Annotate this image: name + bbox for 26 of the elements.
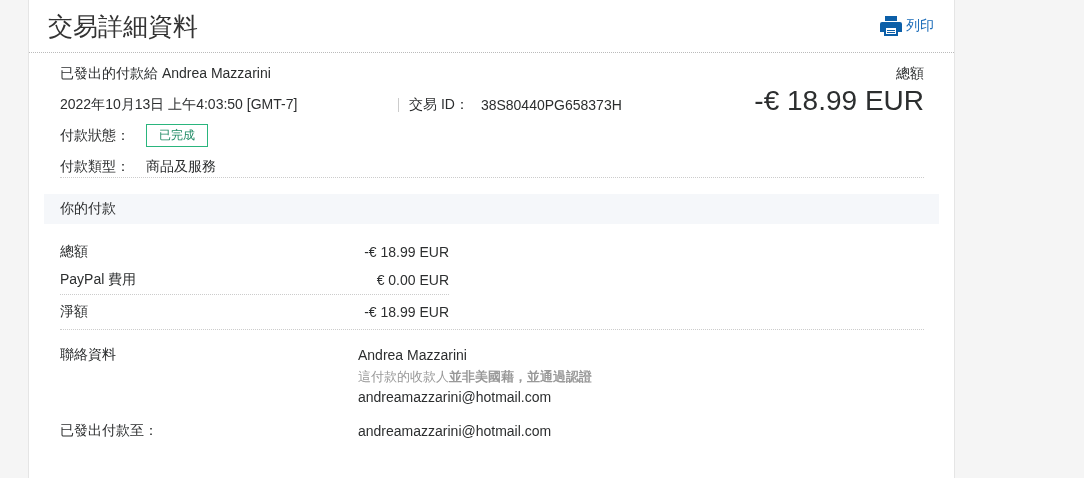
- type-label: 付款類型：: [60, 157, 131, 176]
- printer-icon: [880, 16, 902, 36]
- recipient-text: 已發出的付款給 Andrea Mazzarini: [60, 65, 272, 83]
- sent-to-email: andreamazzarini@hotmail.com: [358, 422, 552, 441]
- transaction-id-label: 交易 ID：: [409, 95, 469, 114]
- sent-to-label: 已發出付款至：: [60, 422, 159, 440]
- payment-type: 商品及服務: [146, 157, 216, 176]
- contact-name: Andrea Mazzarini: [358, 346, 468, 365]
- amount-label: PayPal 費用: [60, 271, 137, 289]
- contact-label: 聯絡資料: [60, 346, 117, 364]
- total-amount: -€ 18.99 EUR: [754, 85, 924, 117]
- status-label: 付款狀態：: [60, 126, 131, 145]
- net-value: -€ 18.99 EUR: [364, 304, 449, 320]
- net-label: 淨額: [60, 303, 88, 321]
- transaction-date: 2022年10月13日 上午4:03:50 [GMT-7]: [60, 95, 299, 114]
- total-label: 總額: [896, 65, 924, 83]
- section-title: 你的付款: [60, 200, 116, 218]
- page-title: 交易詳細資料: [48, 10, 198, 42]
- status-badge: 已完成: [146, 124, 208, 147]
- amount-value: € 0.00 EUR: [376, 272, 449, 288]
- verification-note: 這付款的收款人並非美國藉，並通過認證: [358, 368, 592, 386]
- transaction-id: 38S80440PG658373H: [480, 96, 622, 113]
- print-link[interactable]: 列印: [880, 16, 934, 36]
- amount-value: -€ 18.99 EUR: [364, 244, 449, 260]
- amount-label: 總額: [60, 243, 88, 261]
- contact-email: andreamazzarini@hotmail.com: [358, 388, 553, 407]
